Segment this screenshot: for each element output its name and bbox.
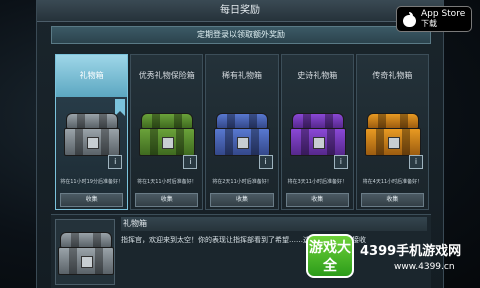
collect-button[interactable]: 收集 (360, 193, 425, 207)
ready-timer: 将在11小时19分后准备好！ (60, 179, 123, 185)
info-icon[interactable]: i (409, 155, 424, 169)
ready-timer: 将在1天11小时后准备好！ (137, 179, 197, 185)
window-subtitle: 定期登录以领取额外奖励 (51, 26, 431, 44)
collect-button[interactable]: 收集 (210, 193, 274, 207)
info-icon[interactable]: i (108, 155, 123, 169)
ready-timer: 将在2天11小时后准备好！ (212, 179, 272, 185)
selected-ribbon-icon (115, 99, 126, 116)
tab-legendary-box[interactable]: 传奇礼物箱 i 将在4天11小时后准备好！ 收集 (355, 54, 430, 210)
tab-label: 史诗礼物箱 (297, 71, 338, 80)
info-icon[interactable]: i (258, 155, 273, 169)
collect-button[interactable]: 收集 (135, 193, 199, 207)
app-store-label: App Store (421, 9, 466, 19)
collect-button[interactable]: 收集 (285, 193, 349, 207)
tab-gift-box[interactable]: 礼物箱 i 将在11小时19分后准备好！ 收集 (55, 54, 129, 210)
apple-icon (403, 11, 416, 27)
window-title: 每日奖励 (37, 0, 443, 22)
orange-chest-icon (364, 113, 421, 157)
tab-epic-box[interactable]: 史诗礼物箱 i 将在3天11小时后准备好！ 收集 (280, 54, 354, 210)
tab-label: 传奇礼物箱 (372, 71, 413, 80)
purple-chest-icon (289, 113, 346, 157)
blue-chest-icon (214, 113, 271, 157)
watermark-logo: 游戏大全 (306, 234, 354, 278)
tab-label: 优秀礼物保险箱 (138, 71, 195, 80)
app-store-badge[interactable]: App Store 下载 (396, 6, 472, 32)
watermark: 游戏大全 4399手机游戏网 www.4399.cn (306, 232, 480, 288)
gift-chest-icon (58, 232, 114, 276)
tab-label: 礼物箱 (56, 55, 128, 97)
detail-title: 礼物箱 (121, 217, 427, 231)
ready-timer: 将在3天11小时后准备好！ (287, 179, 347, 185)
gift-chest-icon (64, 113, 120, 157)
ready-timer: 将在4天11小时后准备好！ (362, 179, 423, 185)
tab-rare-box[interactable]: 稀有礼物箱 i 将在2天11小时后准备好！ 收集 (205, 54, 279, 210)
download-label: 下载 (421, 19, 437, 28)
tab-label: 稀有礼物箱 (222, 71, 262, 80)
info-icon[interactable]: i (333, 155, 348, 169)
collect-button[interactable]: 收集 (60, 193, 124, 207)
green-chest-icon (139, 113, 196, 157)
watermark-site-name: 4399手机游戏网 (360, 244, 462, 259)
chest-tabs: 礼物箱 i 将在11小时19分后准备好！ 收集 优秀礼物保险箱 i 将在1天11… (55, 54, 430, 210)
detail-thumbnail (55, 219, 115, 285)
info-icon[interactable]: i (183, 155, 198, 169)
watermark-url: www.4399.cn (394, 262, 455, 272)
tab-excellent-safe[interactable]: 优秀礼物保险箱 i 将在1天11小时后准备好！ 收集 (130, 54, 204, 210)
